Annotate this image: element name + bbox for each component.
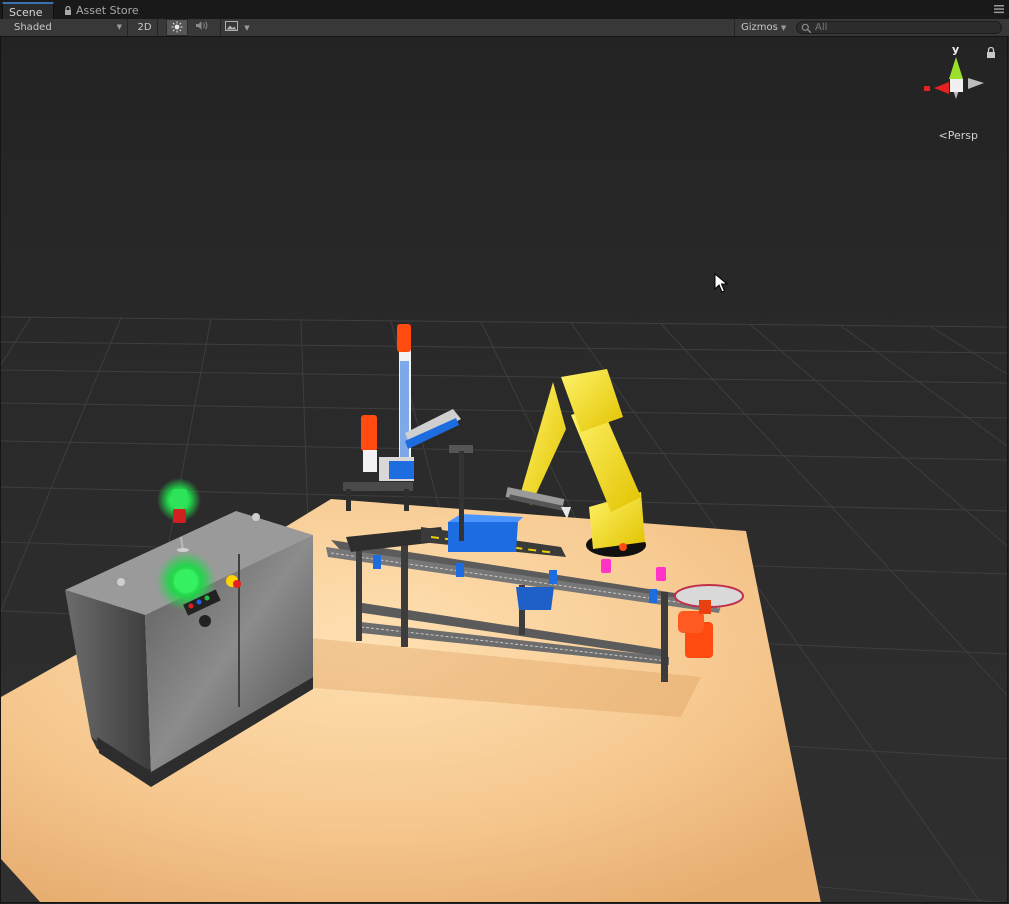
search-input[interactable]: All xyxy=(796,21,1002,34)
projection-label: Persp xyxy=(947,129,978,142)
gizmo-axis-label: y xyxy=(952,43,959,56)
gizmos-dropdown[interactable]: Gizmos ▼ xyxy=(734,19,790,36)
lighting-toggle-button[interactable] xyxy=(166,19,188,36)
gizmos-label: Gizmos xyxy=(741,22,778,33)
window-menu-icon[interactable] xyxy=(993,4,1005,14)
audio-toggle-button[interactable] xyxy=(190,19,214,36)
lock-icon[interactable] xyxy=(986,47,996,58)
tab-scene[interactable]: Scene xyxy=(2,2,54,19)
chevron-down-icon: ▼ xyxy=(244,24,250,32)
sun-icon xyxy=(171,21,183,33)
tab-asset-store-label: Asset Store xyxy=(76,4,139,17)
toggle-2d-button[interactable]: 2D xyxy=(132,19,158,36)
projection-toggle[interactable]: <Persp xyxy=(939,129,978,142)
scene-orientation-gizmo[interactable]: y xyxy=(916,39,996,119)
mouse-cursor-icon xyxy=(714,273,728,293)
perspective-icon: < xyxy=(938,129,948,142)
asset-store-icon xyxy=(65,6,71,15)
speaker-icon xyxy=(196,21,208,30)
shading-mode-label: Shaded xyxy=(14,22,52,33)
scene-render xyxy=(1,316,1008,903)
unity-scene-window: Scene Asset Store Shaded ▼ 2D ▼ Gizmos ▼… xyxy=(0,0,1009,904)
scene-viewport[interactable]: y <Persp xyxy=(1,37,1008,903)
scene-toolbar: Shaded ▼ 2D ▼ Gizmos ▼ All xyxy=(0,19,1009,37)
chevron-down-icon: ▼ xyxy=(780,24,787,32)
effects-dropdown[interactable]: ▼ xyxy=(220,19,252,36)
shading-mode-dropdown[interactable]: Shaded ▼ xyxy=(6,19,128,36)
tab-asset-store[interactable]: Asset Store xyxy=(58,2,154,19)
chevron-down-icon: ▼ xyxy=(116,23,122,31)
search-icon xyxy=(801,23,812,34)
search-placeholder: All xyxy=(815,22,828,33)
tab-bar: Scene Asset Store xyxy=(0,0,1009,20)
image-effects-icon xyxy=(225,21,238,31)
